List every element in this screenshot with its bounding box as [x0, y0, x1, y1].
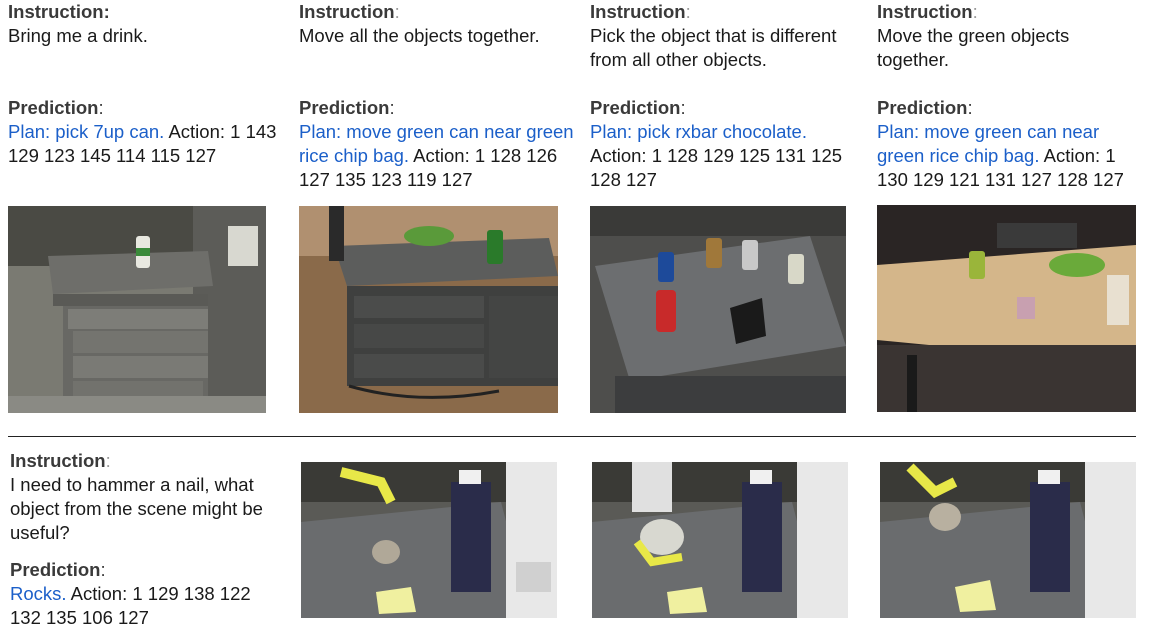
bottom-panel: Instruction: I need to hammer a nail, wh…	[10, 449, 280, 545]
instruction-heading: Instruction:	[590, 1, 691, 22]
bottom-prediction: Prediction: Rocks. Action: 1 129 138 122…	[10, 558, 260, 630]
instruction-text: Bring me a drink.	[8, 25, 148, 46]
prediction-heading: Prediction:	[8, 97, 104, 118]
robot-frame-2	[592, 462, 848, 618]
instruction-heading: Instruction:	[877, 1, 978, 22]
section-divider	[8, 436, 1136, 437]
instruction-heading: Instruction:	[8, 1, 110, 22]
instruction-text: Pick the object that is different from a…	[590, 25, 837, 70]
scene-photo-2	[299, 206, 558, 413]
prediction-2: Prediction: Plan: move green can near gr…	[299, 96, 574, 192]
plan-text: Plan: pick 7up can.	[8, 121, 165, 142]
panel-4: Instruction: Move the green objects toge…	[877, 0, 1142, 72]
instruction-text: Move the green objects together.	[877, 25, 1070, 70]
scene-photo-4	[877, 205, 1136, 412]
instruction-text: I need to hammer a nail, what object fro…	[10, 474, 263, 543]
scene-photo-3	[590, 206, 846, 413]
prediction-1: Prediction: Plan: pick 7up can. Action: …	[8, 96, 280, 168]
robot-frame-1	[301, 462, 557, 618]
prediction-heading: Prediction:	[299, 97, 395, 118]
panel-1: Instruction: Bring me a drink.	[8, 0, 278, 48]
instruction-heading: Instruction:	[299, 1, 400, 22]
prediction-3: Prediction: Plan: pick rxbar chocolate. …	[590, 96, 850, 192]
prediction-heading: Prediction:	[10, 559, 106, 580]
instruction-heading: Instruction:	[10, 450, 111, 471]
scene-photo-1	[8, 206, 266, 413]
robot-frame-3	[880, 462, 1136, 618]
panel-2: Instruction: Move all the objects togeth…	[299, 0, 574, 48]
panel-3: Instruction: Pick the object that is dif…	[590, 0, 862, 72]
prediction-heading: Prediction:	[590, 97, 686, 118]
plan-text: Rocks.	[10, 583, 67, 604]
prediction-heading: Prediction:	[877, 97, 973, 118]
action-text: Action: 1 128 129 125 131 125 128 127	[590, 145, 843, 190]
instruction-text: Move all the objects together.	[299, 25, 540, 46]
plan-text: Plan: pick rxbar chocolate.	[590, 121, 807, 142]
prediction-4: Prediction: Plan: move green can near gr…	[877, 96, 1147, 192]
